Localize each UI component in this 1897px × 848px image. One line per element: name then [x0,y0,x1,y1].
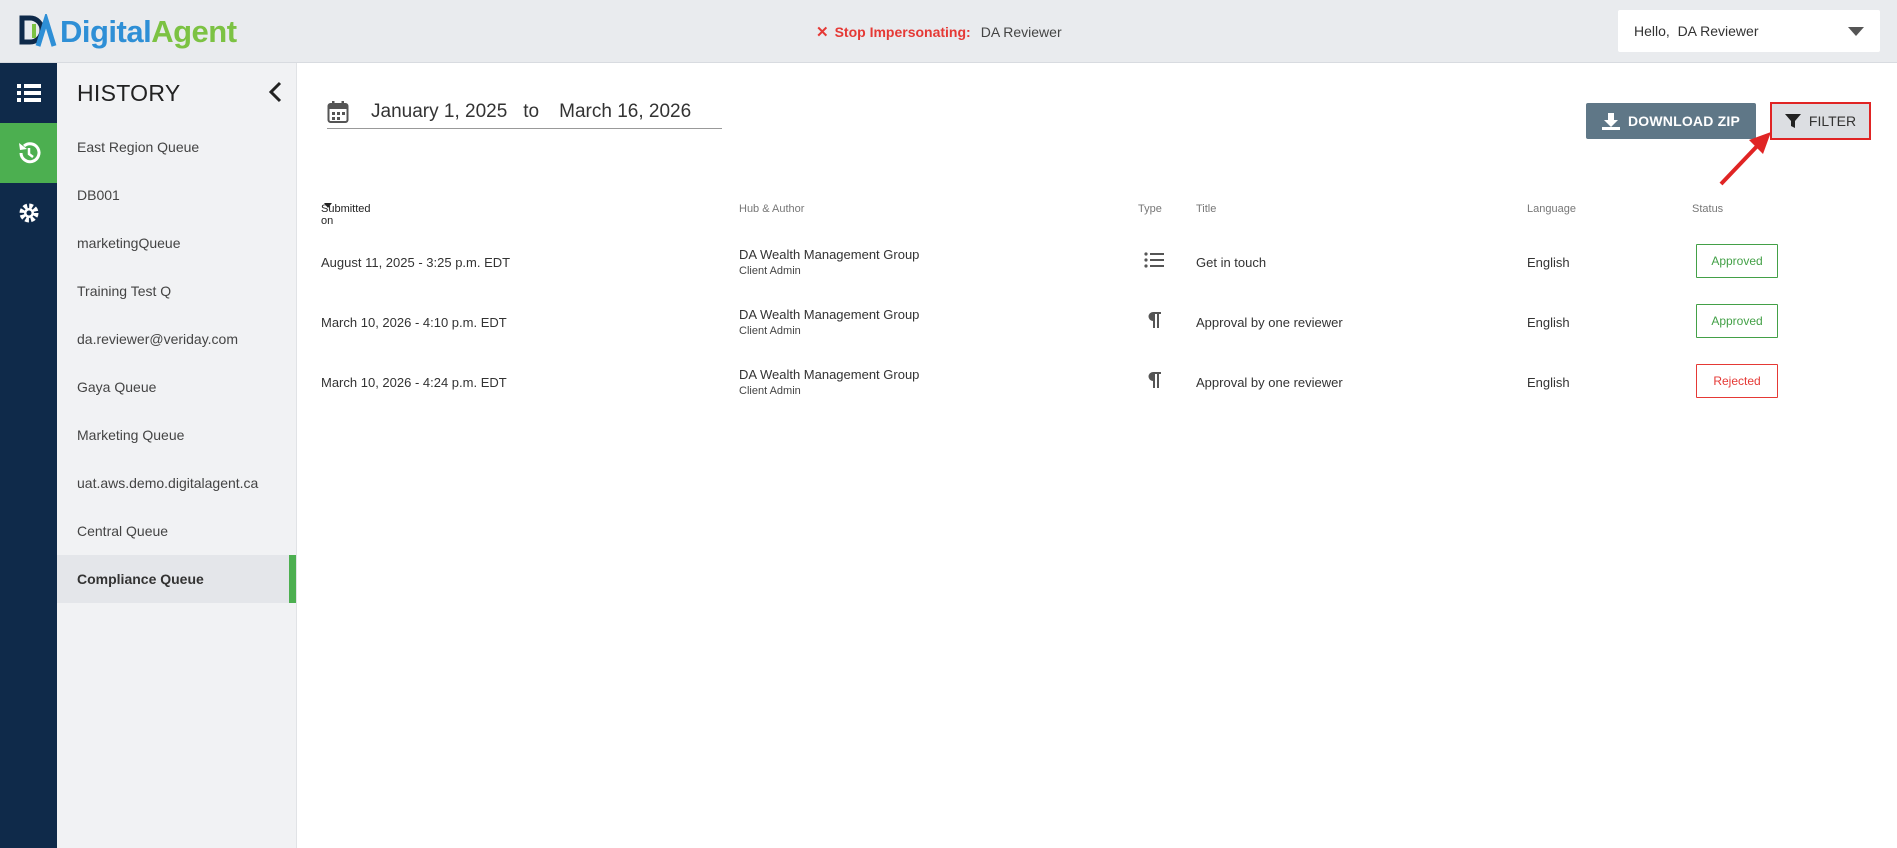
sidebar-item-marketing-queue[interactable]: Marketing Queue [57,411,296,459]
column-language: Language [1527,203,1576,215]
sidebar-item-training-test-q[interactable]: Training Test Q [57,267,296,315]
main-content: January 1, 2025 to March 16, 2026 DOWNLO… [297,63,1897,848]
user-greeting: Hello, DA Reviewer [1634,23,1759,39]
sidebar-item-label: Training Test Q [77,283,172,299]
paragraph-icon [1148,372,1161,388]
sidebar-title: HISTORY [77,79,181,106]
sidebar-item-central-queue[interactable]: Central Queue [57,507,296,555]
filter-label: FILTER [1808,113,1857,129]
gear-icon [19,203,38,223]
date-range-picker[interactable]: January 1, 2025 to March 16, 2026 [327,95,722,129]
logo[interactable]: DigitalAgent [18,12,237,52]
sidebar-item-uat-aws-demo[interactable]: uat.aws.demo.digitalagent.ca [57,459,296,507]
rail-item-history[interactable] [0,123,57,183]
row-submitted: March 10, 2026 - 4:10 p.m. EDT [321,315,507,330]
sidebar-item-da-reviewer[interactable]: da.reviewer@veriday.com [57,315,296,363]
sidebar-item-compliance-queue[interactable]: Compliance Queue [57,555,296,603]
sidebar-item-db001[interactable]: DB001 [57,171,296,219]
filter-button[interactable]: FILTER [1770,102,1871,140]
row-hub-author: DA Wealth Management Group Client Admin [739,367,919,397]
annotation-arrow-icon [1719,132,1771,186]
sidebar-item-marketingqueue[interactable]: marketingQueue [57,219,296,267]
date-to-label: to [523,100,540,122]
row-title[interactable]: Approval by one reviewer [1196,315,1343,330]
date-to[interactable]: March 16, 2026 [559,101,691,123]
sidebar-item-label: Central Queue [77,523,169,539]
rail-item-settings[interactable] [0,183,57,243]
column-hub-author: Hub & Author [739,203,805,215]
row-language: English [1527,255,1570,270]
row-type [1144,371,1164,392]
table-row[interactable]: March 10, 2026 - 4:10 p.m. EDT DA Wealth… [297,293,1897,353]
row-hub-author: DA Wealth Management Group Client Admin [739,307,919,337]
row-author: Client Admin [739,325,801,337]
status-badge: Approved [1696,244,1778,278]
row-author: Client Admin [739,265,801,277]
row-title[interactable]: Approval by one reviewer [1196,375,1343,390]
column-status: Status [1692,203,1724,215]
date-from[interactable]: January 1, 2025 [371,101,507,123]
rail-item-list[interactable] [0,63,57,123]
sort-down-icon [324,203,332,208]
row-title[interactable]: Get in touch [1196,255,1266,270]
user-menu-dropdown[interactable]: Hello, DA Reviewer [1618,10,1880,52]
sidebar-header: HISTORY [57,63,296,123]
table-row[interactable]: August 11, 2025 - 3:25 p.m. EDT DA Wealt… [297,233,1897,293]
row-hub: DA Wealth Management Group [739,307,920,322]
row-submitted: March 10, 2026 - 4:24 p.m. EDT [321,375,507,390]
table-header: Submitted on Hub & Author Type Title Lan… [321,203,1724,227]
download-zip-label: DOWNLOAD ZIP [1627,113,1741,129]
row-language: English [1527,375,1570,390]
sidebar-item-label: uat.aws.demo.digitalagent.ca [77,475,259,491]
sidebar-item-label: Gaya Queue [77,379,157,395]
sidebar-item-east-region-queue[interactable]: East Region Queue [57,123,296,171]
stop-impersonating-label: Stop Impersonating: [834,24,971,40]
stop-impersonating-link[interactable]: ✕ Stop Impersonating: DA Reviewer [816,23,1062,41]
row-submitted: August 11, 2025 - 3:25 p.m. EDT [321,255,511,270]
status-badge: Rejected [1696,364,1778,398]
column-type: Type [1138,203,1162,215]
column-title: Title [1196,203,1217,215]
close-icon: ✕ [816,24,829,41]
history-icon [18,142,40,164]
sidebar-item-label: Compliance Queue [77,571,204,587]
nav-rail [0,63,57,848]
row-type [1144,311,1164,332]
row-hub-author: DA Wealth Management Group Client Admin [739,247,919,277]
impersonated-user: DA Reviewer [980,24,1062,40]
chevron-down-icon [1848,27,1864,36]
filter-icon [1784,114,1801,128]
row-type [1144,251,1164,272]
sidebar-item-label: Marketing Queue [77,427,185,443]
status-badge: Approved [1696,304,1778,338]
paragraph-icon [1148,312,1161,328]
calendar-icon [327,100,349,123]
download-icon [1601,113,1620,130]
top-bar: DigitalAgent ✕ Stop Impersonating: DA Re… [0,0,1897,63]
row-hub: DA Wealth Management Group [739,247,920,262]
chevron-left-icon[interactable] [268,81,282,103]
sidebar-item-label: da.reviewer@veriday.com [77,331,239,347]
row-language: English [1527,315,1570,330]
sidebar-item-label: DB001 [77,187,120,203]
sidebar-item-label: marketingQueue [77,235,181,251]
digitalagent-logo-mark-icon [19,14,57,47]
row-author: Client Admin [739,385,801,397]
logo-wordmark: DigitalAgent [60,14,237,49]
row-hub: DA Wealth Management Group [739,367,920,382]
sidebar-item-gaya-queue[interactable]: Gaya Queue [57,363,296,411]
table-row[interactable]: March 10, 2026 - 4:24 p.m. EDT DA Wealth… [297,353,1897,413]
list-icon [16,84,41,102]
sidebar-item-label: East Region Queue [77,139,200,155]
history-sidebar: HISTORY East Region Queue DB001 marketin… [57,63,297,848]
list-icon [1144,252,1164,268]
